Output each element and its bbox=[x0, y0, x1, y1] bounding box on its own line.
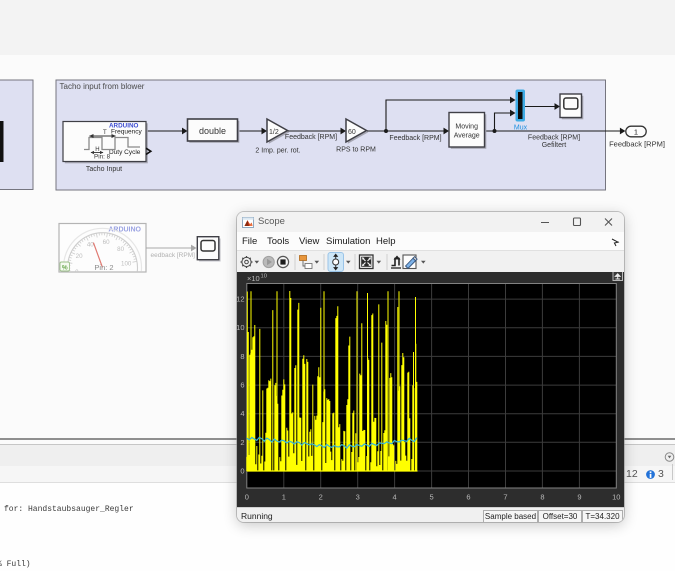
svg-text:0: 0 bbox=[240, 467, 244, 476]
svg-text:10: 10 bbox=[237, 323, 245, 332]
svg-text:Feedback [RPM]: Feedback [RPM] bbox=[528, 135, 580, 142]
svg-text:10: 10 bbox=[612, 493, 620, 502]
svg-text:1: 1 bbox=[282, 493, 286, 502]
svg-text:T: T bbox=[103, 130, 107, 136]
svg-text:12: 12 bbox=[237, 295, 245, 304]
svg-text:Pin: 2: Pin: 2 bbox=[94, 263, 113, 272]
svg-text:Average: Average bbox=[454, 133, 480, 140]
svg-text:Mux: Mux bbox=[514, 125, 528, 132]
svg-text:100: 100 bbox=[121, 261, 132, 268]
svg-text:10: 10 bbox=[261, 274, 267, 280]
svg-text:2: 2 bbox=[319, 493, 323, 502]
svg-text:Gefiltert: Gefiltert bbox=[542, 142, 567, 149]
svg-text:3: 3 bbox=[356, 493, 360, 502]
svg-text:Moving: Moving bbox=[455, 124, 478, 131]
svg-text:RPS to RPM: RPS to RPM bbox=[336, 147, 376, 154]
svg-text:20: 20 bbox=[76, 253, 83, 260]
svg-text:Feedback [RPM]: Feedback [RPM] bbox=[285, 134, 337, 141]
svg-text:Pin: 8: Pin: 8 bbox=[94, 154, 111, 161]
svg-text:60: 60 bbox=[348, 129, 356, 136]
svg-text:H: H bbox=[95, 147, 99, 153]
svg-text:5: 5 bbox=[430, 493, 434, 502]
svg-text:Tacho input from blower: Tacho input from blower bbox=[60, 82, 145, 91]
svg-text:Frequency: Frequency bbox=[111, 129, 142, 136]
svg-text:×10: ×10 bbox=[247, 274, 260, 283]
svg-text:6: 6 bbox=[240, 381, 244, 390]
svg-text:2 Imp. per. rot.: 2 Imp. per. rot. bbox=[255, 148, 300, 155]
svg-text:%: % bbox=[62, 265, 68, 272]
svg-text:8: 8 bbox=[240, 352, 244, 361]
svg-text:80: 80 bbox=[117, 246, 124, 253]
svg-text:6: 6 bbox=[466, 493, 470, 502]
svg-text:4: 4 bbox=[393, 493, 397, 502]
svg-text:Tacho Input: Tacho Input bbox=[86, 166, 122, 173]
svg-text:4: 4 bbox=[240, 409, 244, 418]
svg-text:1/2: 1/2 bbox=[269, 129, 279, 136]
svg-text:8: 8 bbox=[540, 493, 544, 502]
svg-text:2: 2 bbox=[240, 438, 244, 447]
svg-text:Duty Cycle: Duty Cycle bbox=[109, 149, 141, 156]
svg-text:0: 0 bbox=[245, 493, 249, 502]
svg-text:60: 60 bbox=[103, 239, 110, 246]
svg-text:40: 40 bbox=[87, 242, 94, 249]
svg-text:eedback [RPM]: eedback [RPM] bbox=[151, 252, 196, 259]
svg-text:1: 1 bbox=[634, 127, 638, 136]
svg-text:7: 7 bbox=[503, 493, 507, 502]
svg-text:9: 9 bbox=[577, 493, 581, 502]
svg-text:Feedback [RPM]: Feedback [RPM] bbox=[609, 140, 665, 149]
svg-text:Feedback [RPM]: Feedback [RPM] bbox=[389, 135, 441, 142]
svg-text:double: double bbox=[199, 126, 226, 136]
